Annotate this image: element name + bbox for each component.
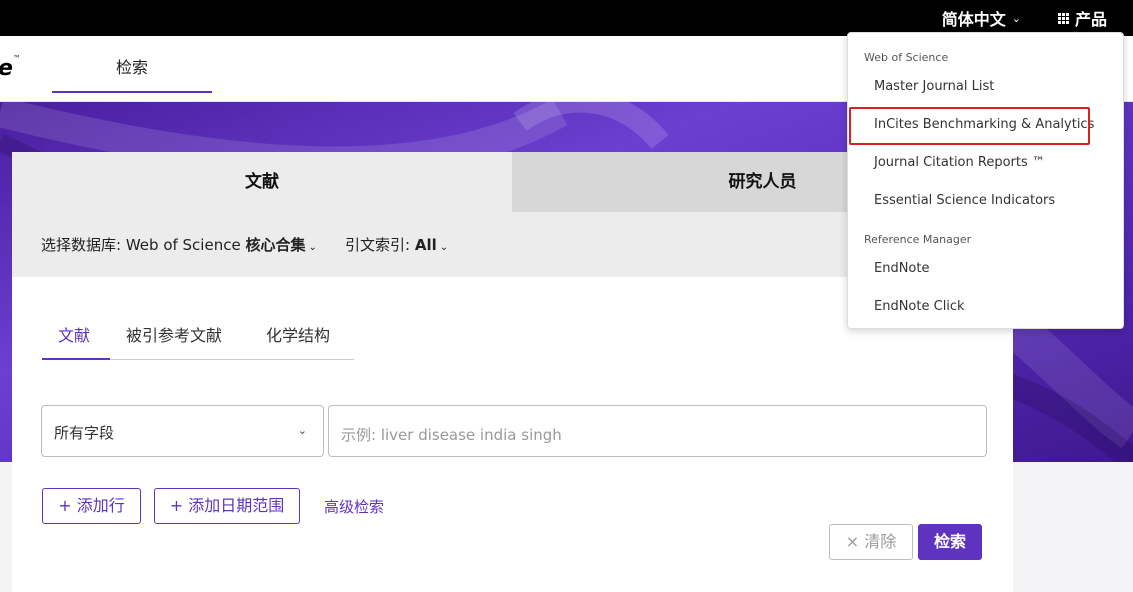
add-row-button[interactable]: + 添加行 <box>42 488 141 524</box>
search-button[interactable]: 检索 <box>918 524 982 560</box>
subtab-chemical-structure[interactable]: 化学结构 <box>266 322 330 346</box>
database-selector[interactable]: 选择数据库: Web of Science 核心合集 ⌄ <box>41 234 317 255</box>
add-date-label: 添加日期范围 <box>188 496 285 515</box>
section-header-reference-manager: Reference Manager <box>864 233 972 246</box>
citation-index-selector[interactable]: 引文索引: All ⌄ <box>345 234 448 255</box>
citation-label: 引文索引: <box>345 236 411 254</box>
products-label: 产品 <box>1074 10 1107 29</box>
database-value-bold: 核心合集 <box>245 236 306 254</box>
tab-documents[interactable]: 文献 <box>12 152 512 212</box>
brand-tm: ™ <box>12 54 21 63</box>
database-label: 选择数据库: <box>41 236 122 254</box>
subtab-documents[interactable]: 文献 <box>58 322 90 346</box>
top-bar: 简体中文 ⌄ 产品 <box>0 0 1133 36</box>
search-input[interactable]: 示例: liver disease india singh <box>328 405 987 457</box>
active-subtab-indicator <box>42 358 110 360</box>
subtab-cited-references[interactable]: 被引参考文献 <box>126 322 222 346</box>
brand-fragment: e <box>0 56 13 81</box>
search-input-placeholder: 示例: liver disease india singh <box>341 426 562 444</box>
grid-icon <box>1057 12 1069 24</box>
chevron-down-icon: ⌄ <box>439 242 449 253</box>
menu-item-endnote[interactable]: EndNote <box>874 261 929 276</box>
language-selector[interactable]: 简体中文 ⌄ <box>942 6 1021 30</box>
plus-icon: + <box>58 496 77 515</box>
menu-item-endnote-click[interactable]: EndNote Click <box>874 299 965 314</box>
add-date-range-button[interactable]: + 添加日期范围 <box>154 488 300 524</box>
search-subtabs: 文献 被引参考文献 化学结构 <box>42 312 354 360</box>
products-menu-button[interactable]: 产品 <box>1057 6 1107 30</box>
brand-logo[interactable]: e™ <box>0 54 21 81</box>
highlight-box <box>849 107 1090 145</box>
products-dropdown: Web of Science Master Journal List InCit… <box>847 32 1124 329</box>
field-select[interactable]: 所有字段 ⌄ <box>41 405 324 457</box>
section-header-web-of-science: Web of Science <box>864 51 949 64</box>
clear-button[interactable]: × 清除 <box>829 524 913 560</box>
citation-value: All <box>414 236 437 254</box>
chevron-down-icon: ⌄ <box>308 242 317 253</box>
clear-label: 清除 <box>864 532 897 551</box>
chevron-down-icon: ⌄ <box>297 424 307 437</box>
advanced-search-link[interactable]: 高级检索 <box>324 496 384 517</box>
language-label: 简体中文 <box>941 10 1006 29</box>
menu-item-essential-science-indicators[interactable]: Essential Science Indicators <box>874 193 1055 208</box>
add-row-label: 添加行 <box>76 496 125 515</box>
plus-icon: + <box>169 496 189 515</box>
database-value: Web of Science <box>125 236 241 254</box>
menu-item-master-journal-list[interactable]: Master Journal List <box>874 79 994 94</box>
chevron-down-icon: ⌄ <box>1011 11 1021 25</box>
close-icon: × <box>845 532 865 551</box>
nav-tab-search[interactable]: 检索 <box>52 36 212 93</box>
field-select-value: 所有字段 <box>54 424 115 442</box>
menu-item-journal-citation-reports[interactable]: Journal Citation Reports ™ <box>874 155 1045 170</box>
